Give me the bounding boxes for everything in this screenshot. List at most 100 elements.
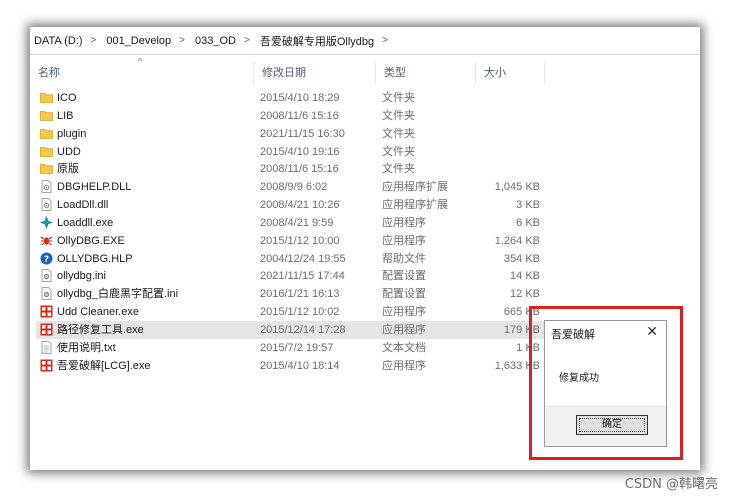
file-type: 配置设置: [382, 288, 426, 300]
chevron-right-icon[interactable]: >: [82, 35, 102, 46]
file-type: 文件夹: [382, 163, 415, 175]
file-row[interactable]: DBGHELP.DLL 2008/9/9 6:02 应用程序扩展 1,045 KB: [36, 178, 545, 196]
column-header-date[interactable]: 修改日期: [254, 62, 376, 84]
file-size: 14 KB: [510, 270, 540, 282]
file-date: 2015/7/2 19:57: [260, 342, 334, 354]
folder-icon: [40, 145, 53, 158]
file-date: 2004/12/24 19:55: [260, 253, 346, 265]
ollydbg-bug-icon: [40, 234, 53, 247]
file-type: 文件夹: [382, 128, 415, 140]
file-row[interactable]: ollydbg_白鹿黑字配置.ini 2016/1/21 16:13 配置设置 12 …: [36, 285, 545, 303]
file-date: 2015/12/14 17:28: [260, 324, 346, 336]
file-row[interactable]: 吾爱破解[LCG].exe 2015/4/10 18:14 应用程序 1,633 KB: [36, 357, 545, 375]
file-size: [476, 143, 540, 161]
file-type: 应用程序: [382, 306, 426, 318]
file-size: [476, 89, 540, 107]
file-name: ollydbg.ini: [57, 270, 106, 282]
config-file-icon: [40, 269, 53, 282]
file-date: 2015/1/12 10:00: [260, 235, 340, 247]
file-date: 2015/4/10 18:14: [260, 360, 340, 372]
file-date: 2008/11/6 15:16: [260, 110, 339, 122]
file-name: 吾爱破解[LCG].exe: [57, 360, 151, 372]
config-file-icon: [40, 287, 53, 300]
file-row[interactable]: ? OLLYDBG.HLP 2004/12/24 19:55 帮助文件 354 KB: [36, 250, 545, 268]
column-header: ^ 名称 修改日期 类型 大小: [30, 56, 545, 84]
file-row[interactable]: 路径修复工具.exe 2015/12/14 17:28 应用程序 179 KB: [36, 321, 545, 339]
ok-button[interactable]: 确定: [576, 415, 648, 435]
file-type: 配置设置: [382, 270, 426, 282]
file-name: UDD: [57, 146, 81, 158]
watermark: CSDN @韩曙亮: [624, 477, 718, 492]
column-header-type[interactable]: 类型: [376, 62, 476, 84]
file-date: 2015/4/10 19:16: [260, 146, 340, 158]
file-name: LIB: [57, 110, 74, 122]
help-file-icon: ?: [40, 252, 53, 265]
file-size: [476, 107, 540, 125]
file-name: Udd Cleaner.exe: [57, 306, 139, 318]
file-row[interactable]: Loaddll.exe 2008/4/21 9:59 应用程序 6 KB: [36, 214, 545, 232]
folder-icon: [40, 109, 53, 122]
breadcrumb-od[interactable]: 033_OD: [191, 35, 236, 47]
red-app-icon: [40, 359, 53, 372]
breadcrumb-drive[interactable]: DATA (D:): [30, 35, 82, 47]
dll-icon: [40, 198, 53, 211]
file-type: 应用程序: [382, 360, 426, 372]
file-name: ollydbg_白鹿黑字配置.ini: [57, 288, 179, 300]
file-row[interactable]: UDD 2015/4/10 19:16 文件夹: [36, 143, 545, 161]
address-bar[interactable]: DATA (D:) > 001_Develop > 033_OD > 吾爱破解专…: [30, 27, 700, 55]
file-size: [476, 125, 540, 143]
file-type: 文本文档: [382, 342, 426, 354]
close-icon[interactable]: ✕: [646, 323, 658, 340]
file-name: DBGHELP.DLL: [57, 181, 132, 193]
file-date: 2008/4/21 9:59: [260, 217, 334, 229]
file-row[interactable]: plugin 2021/11/15 16:30 文件夹: [36, 125, 545, 143]
file-type: 应用程序扩展: [382, 181, 448, 193]
file-size: 3 KB: [516, 199, 540, 211]
file-name: plugin: [57, 128, 87, 140]
file-type: 帮助文件: [382, 253, 426, 265]
text-file-icon: [40, 341, 53, 354]
file-row[interactable]: LoadDll.dll 2008/4/21 10:26 应用程序扩展 3 KB: [36, 196, 545, 214]
file-date: 2008/9/9 6:02: [260, 181, 328, 193]
file-name: 原版: [57, 163, 79, 175]
chevron-right-icon[interactable]: >: [236, 35, 256, 46]
file-size: [476, 160, 540, 178]
file-name: OLLYDBG.HLP: [57, 253, 133, 265]
file-date: 2008/11/6 15:16: [260, 163, 339, 175]
file-size: 6 KB: [516, 217, 540, 229]
file-row[interactable]: Udd Cleaner.exe 2015/1/12 10:02 应用程序 665 KB: [36, 303, 545, 321]
file-type: 应用程序扩展: [382, 199, 448, 211]
success-dialog: 吾爱破解 ✕ 修复成功 确定: [544, 320, 667, 447]
file-name: ICO: [57, 92, 77, 104]
file-date: 2015/1/12 10:02: [260, 306, 340, 318]
file-size: 1,045 KB: [494, 181, 540, 193]
column-header-name[interactable]: 名称: [30, 62, 254, 84]
file-name: Loaddll.exe: [57, 217, 114, 229]
file-date: 2008/4/21 10:26: [260, 199, 340, 211]
dialog-footer: 确定: [545, 405, 666, 446]
file-type: 应用程序: [382, 217, 426, 229]
svg-text:?: ?: [44, 255, 49, 265]
file-row[interactable]: ollydbg.ini 2021/11/15 17:44 配置设置 14 KB: [36, 267, 545, 285]
loaddll-exe-icon: [40, 216, 53, 229]
dialog-message: 修复成功: [559, 373, 599, 384]
file-size: 12 KB: [510, 288, 540, 300]
file-row[interactable]: 使用说明.txt 2015/7/2 19:57 文本文档 1 KB: [36, 339, 545, 357]
red-app-icon: [40, 323, 53, 336]
file-date: 2021/11/15 16:30: [260, 128, 345, 140]
folder-icon: [40, 91, 53, 104]
column-header-size[interactable]: 大小: [476, 62, 545, 84]
dialog-title: 吾爱破解: [551, 329, 595, 341]
file-type: 应用程序: [382, 324, 426, 336]
chevron-right-icon[interactable]: >: [171, 35, 191, 46]
breadcrumb-develop[interactable]: 001_Develop: [102, 35, 171, 47]
breadcrumb-ollydbg[interactable]: 吾爱破解专用版Ollydbg: [256, 33, 374, 49]
file-name: 使用说明.txt: [57, 342, 116, 354]
file-row[interactable]: ICO 2015/4/10 18:29 文件夹: [36, 89, 545, 107]
file-date: 2016/1/21 16:13: [260, 288, 340, 300]
file-size: 1,264 KB: [494, 235, 540, 247]
file-row[interactable]: LIB 2008/11/6 15:16 文件夹: [36, 107, 545, 125]
file-row[interactable]: 原版 2008/11/6 15:16 文件夹: [36, 160, 545, 178]
chevron-right-icon[interactable]: >: [374, 35, 394, 46]
file-row[interactable]: OllyDBG.EXE 2015/1/12 10:00 应用程序 1,264 KB: [36, 232, 545, 250]
